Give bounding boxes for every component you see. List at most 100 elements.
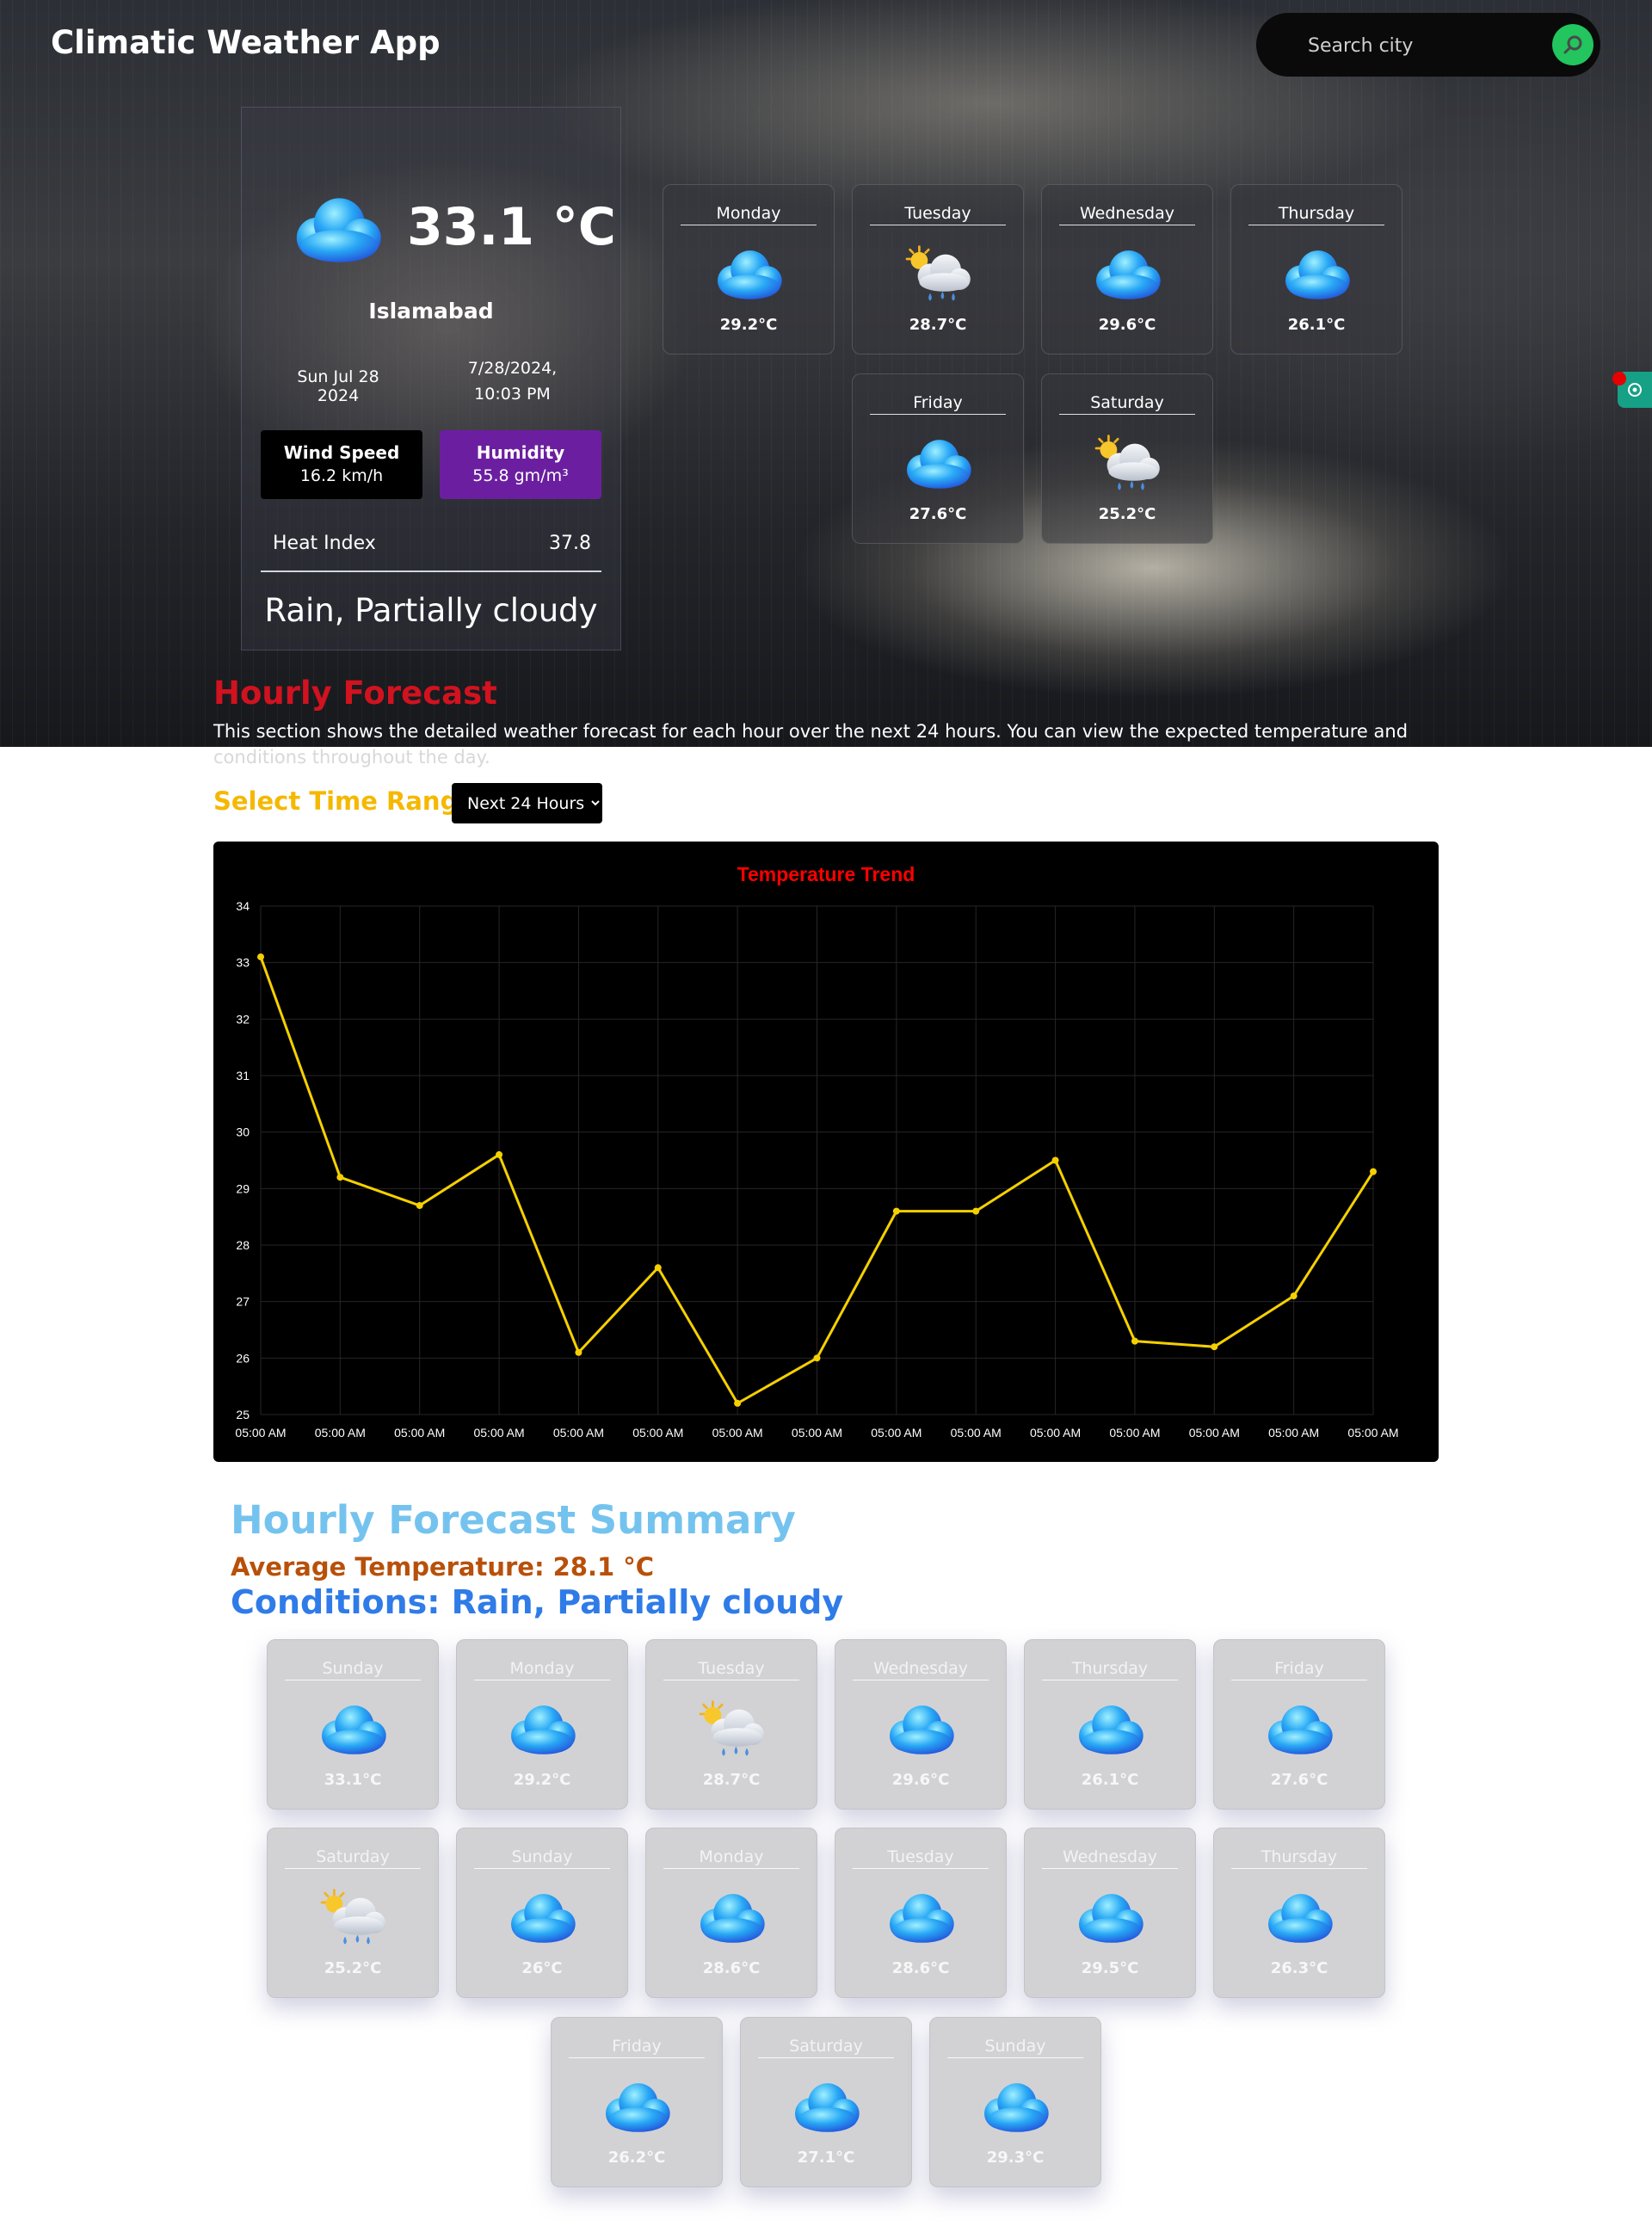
x-tick-label: 05:00 AM: [792, 1426, 842, 1440]
cloud-icon: [1261, 1695, 1338, 1764]
summary-day-card: Sunday 29.3°C: [929, 2017, 1101, 2187]
day-temperature: 28.6°C: [702, 1959, 761, 1977]
divider: [261, 570, 601, 572]
cloud-icon: [287, 188, 388, 271]
y-tick-label: 34: [236, 899, 250, 913]
x-tick-label: 05:00 AM: [1030, 1426, 1081, 1440]
day-temperature: 25.2°C: [1098, 505, 1156, 523]
x-tick-label: 05:00 AM: [235, 1426, 286, 1440]
day-temperature: 27.6°C: [1270, 1771, 1328, 1789]
x-tick-label: 05:00 AM: [871, 1426, 922, 1440]
temperature-point: [813, 1354, 821, 1362]
sun-rain-cloud-icon: [314, 1884, 391, 1952]
day-name: Sunday: [947, 2037, 1083, 2058]
search-input[interactable]: [1306, 30, 1550, 61]
x-tick-label: 05:00 AM: [951, 1426, 1002, 1440]
day-name: Wednesday: [853, 1659, 989, 1680]
average-temperature: Average Temperature: 28.1 °C: [231, 1552, 655, 1582]
day-temperature: 29.2°C: [719, 316, 778, 334]
search-button[interactable]: [1552, 24, 1593, 65]
day-name: Wednesday: [1059, 204, 1195, 225]
search-icon: [1563, 35, 1582, 54]
day-name: Saturday: [1059, 393, 1195, 415]
x-tick-label: 05:00 AM: [632, 1426, 683, 1440]
temperature-chart-svg: 25 26 27 28 29 30 31 32 33 34 05:00 AM 05:00 AM 05:0…: [235, 863, 1398, 1440]
x-tick-label: 05:00 AM: [1268, 1426, 1319, 1440]
y-tick-label: 28: [236, 1238, 250, 1252]
city-name: Islamabad: [368, 299, 494, 324]
day-name: Monday: [681, 204, 817, 225]
heat-index-value: 37.8: [549, 533, 591, 554]
week-day-card: Tuesday 28.7°C: [852, 184, 1024, 355]
day-name: Sunday: [285, 1659, 421, 1680]
cloud-icon: [503, 1884, 581, 1952]
cloud-icon: [1071, 1884, 1149, 1952]
summary-day-card: Wednesday 29.5°C: [1024, 1828, 1196, 1998]
temperature-point: [734, 1399, 742, 1407]
day-name: Friday: [1231, 1659, 1367, 1680]
sun-rain-cloud-icon: [899, 240, 977, 309]
day-temperature: 28.7°C: [909, 316, 967, 334]
week-day-card: Monday 29.2°C: [663, 184, 835, 355]
day-name: Tuesday: [663, 1659, 799, 1680]
temperature-point: [575, 1348, 583, 1356]
day-name: Tuesday: [853, 1847, 989, 1869]
week-day-card: Friday 27.6°C: [852, 373, 1024, 544]
day-temperature: 28.7°C: [702, 1771, 761, 1789]
time-range-select[interactable]: Next 24 Hours: [452, 783, 602, 823]
day-temperature: 27.1°C: [797, 2149, 855, 2167]
search-bar: [1256, 13, 1600, 77]
cloud-icon: [693, 1884, 770, 1952]
sun-rain-cloud-icon: [693, 1695, 770, 1764]
cloud-icon: [1071, 1695, 1149, 1764]
cloud-icon: [882, 1884, 959, 1952]
y-tick-label: 29: [236, 1181, 250, 1195]
summary-day-card: Sunday 26°C: [456, 1828, 628, 1998]
day-name: Thursday: [1042, 1659, 1178, 1680]
current-date: Sun Jul 28 2024: [297, 367, 379, 405]
week-day-card: Saturday 25.2°C: [1041, 373, 1213, 544]
y-tick-label: 32: [236, 1012, 250, 1026]
day-temperature: 26.2°C: [607, 2149, 666, 2167]
summary-day-card: Monday 29.2°C: [456, 1639, 628, 1810]
y-tick-label: 27: [236, 1295, 250, 1309]
cloud-icon: [503, 1695, 581, 1764]
temperature-point: [257, 953, 264, 961]
summary-day-card: Thursday 26.1°C: [1024, 1639, 1196, 1810]
temperature-point: [1051, 1156, 1059, 1164]
day-temperature: 33.1°C: [324, 1771, 382, 1789]
week-day-card: Wednesday 29.6°C: [1041, 184, 1213, 355]
temperature-point: [496, 1150, 503, 1158]
app-title: Climatic Weather App: [51, 24, 441, 61]
summary-title: Hourly Forecast Summary: [231, 1497, 796, 1543]
temperature-point: [1131, 1337, 1138, 1345]
day-name: Tuesday: [870, 204, 1006, 225]
cloud-icon: [977, 2073, 1054, 2142]
temperature-point: [892, 1207, 900, 1215]
day-name: Saturday: [285, 1847, 421, 1869]
summary-day-card: Saturday 27.1°C: [740, 2017, 912, 2187]
summary-day-card: Monday 28.6°C: [645, 1828, 817, 1998]
day-name: Thursday: [1248, 204, 1384, 225]
y-tick-label: 31: [236, 1069, 250, 1082]
humidity-label: Humidity: [476, 442, 565, 463]
notification-dot: [1612, 372, 1626, 385]
cloud-icon: [882, 1695, 959, 1764]
summary-day-card: Thursday 26.3°C: [1213, 1828, 1385, 1998]
day-temperature: 29.3°C: [986, 2149, 1045, 2167]
day-temperature: 29.6°C: [891, 1771, 950, 1789]
day-name: Friday: [870, 393, 1006, 415]
hero-section: Climatic Weather App 33.1 °C Islamabad S…: [0, 0, 1652, 747]
x-tick-label: 05:00 AM: [315, 1426, 366, 1440]
time-range-label: Select Time Range:: [213, 786, 485, 816]
day-temperature: 26.1°C: [1287, 316, 1346, 334]
temperature-chart: 25 26 27 28 29 30 31 32 33 34 05:00 AM 05:00 AM 05:0…: [213, 842, 1439, 1462]
cloud-icon: [787, 2073, 865, 2142]
wind-speed-label: Wind Speed: [283, 442, 400, 463]
summary-day-card: Friday 27.6°C: [1213, 1639, 1385, 1810]
day-temperature: 25.2°C: [324, 1959, 382, 1977]
summary-conditions: Conditions: Rain, Partially cloudy: [231, 1583, 844, 1621]
day-name: Saturday: [758, 2037, 894, 2058]
x-tick-label: 05:00 AM: [394, 1426, 445, 1440]
heat-index-label: Heat Index: [273, 533, 376, 554]
